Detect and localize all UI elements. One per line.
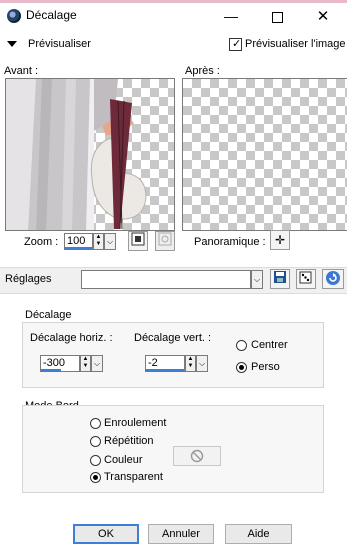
- collapse-triangle-icon[interactable]: [7, 41, 17, 47]
- zoom-fit-button[interactable]: [155, 231, 175, 251]
- radio-enroulement-label: Enroulement: [104, 417, 167, 429]
- maximize-icon: [271, 11, 283, 23]
- decalage-group-label: Décalage: [25, 309, 72, 321]
- after-preview[interactable]: [182, 78, 347, 231]
- color-swatch-button[interactable]: [173, 446, 221, 466]
- cancel-button[interactable]: Annuler: [148, 524, 214, 544]
- preview-image-label: Prévisualiser l'image: [245, 38, 346, 50]
- horiz-offset-bar: [41, 369, 61, 372]
- zoom-spinner[interactable]: ▲ ▼: [93, 233, 104, 250]
- ok-button[interactable]: OK: [73, 524, 139, 544]
- vert-offset-bar: [146, 369, 184, 372]
- horiz-offset-dropdown[interactable]: ⌵: [91, 355, 103, 372]
- zoom-actual-size-button[interactable]: [128, 231, 148, 251]
- close-button[interactable]: ✕: [300, 3, 346, 30]
- radio-centrer[interactable]: [236, 340, 247, 351]
- chevron-down-icon: ⌵: [106, 237, 114, 246]
- maximize-button[interactable]: [254, 3, 300, 30]
- preview-toggle-label[interactable]: Prévisualiser: [28, 38, 91, 50]
- radio-transparent-label: Transparent: [104, 471, 163, 483]
- zoom-value-bar: [65, 247, 92, 250]
- reglages-dropdown[interactable]: ⌵: [251, 270, 263, 289]
- zoom-label: Zoom :: [24, 236, 59, 248]
- app-icon: [7, 9, 21, 23]
- zoom-dropdown[interactable]: ⌵: [104, 233, 116, 250]
- radio-repetition[interactable]: [90, 436, 101, 447]
- randomize-button[interactable]: [296, 269, 316, 289]
- window-title: Décalage: [26, 8, 77, 22]
- horiz-offset-spinner[interactable]: ▲ ▼: [80, 355, 91, 372]
- move-icon: ✛: [274, 233, 286, 247]
- reset-icon: [326, 271, 340, 285]
- radio-perso[interactable]: [236, 362, 247, 373]
- reset-button[interactable]: [322, 269, 344, 289]
- check-icon: ✓: [232, 38, 242, 50]
- save-preset-button[interactable]: [270, 269, 290, 289]
- minimize-icon: —: [224, 8, 238, 24]
- radio-couleur[interactable]: [90, 455, 101, 466]
- pan-button[interactable]: ✛: [270, 230, 290, 250]
- radio-couleur-label: Couleur: [104, 454, 143, 466]
- reglages-input[interactable]: [81, 270, 251, 289]
- no-color-icon: [190, 449, 204, 463]
- chevron-down-icon: ⌵: [93, 359, 101, 368]
- help-button[interactable]: Aide: [225, 524, 292, 544]
- before-preview-image: [6, 79, 147, 230]
- reglages-label: Réglages: [5, 273, 52, 285]
- dice-icon: [299, 271, 312, 284]
- radio-repetition-label: Répétition: [104, 435, 154, 447]
- radio-centrer-label: Centrer: [251, 339, 288, 351]
- radio-perso-label: Perso: [251, 361, 280, 373]
- minimize-button[interactable]: —: [208, 3, 254, 30]
- save-icon: [274, 271, 286, 283]
- zoom-fit-icon: [158, 232, 172, 246]
- preview-image-checkbox[interactable]: ✓: [229, 38, 242, 51]
- close-icon: ✕: [316, 8, 330, 25]
- panoramique-label: Panoramique :: [194, 236, 266, 248]
- before-preview[interactable]: [5, 78, 175, 231]
- vert-offset-spinner[interactable]: ▲ ▼: [185, 355, 196, 372]
- before-label: Avant :: [4, 65, 39, 77]
- chevron-down-icon: ⌵: [253, 275, 261, 284]
- vert-offset-label: Décalage vert. :: [134, 332, 212, 344]
- horiz-offset-label: Décalage horiz. :: [30, 332, 113, 344]
- vert-offset-dropdown[interactable]: ⌵: [196, 355, 208, 372]
- chevron-down-icon: ⌵: [198, 359, 206, 368]
- actual-size-icon: [131, 232, 145, 246]
- after-label: Après :: [185, 65, 220, 77]
- radio-transparent[interactable]: [90, 472, 101, 483]
- radio-enroulement[interactable]: [90, 418, 101, 429]
